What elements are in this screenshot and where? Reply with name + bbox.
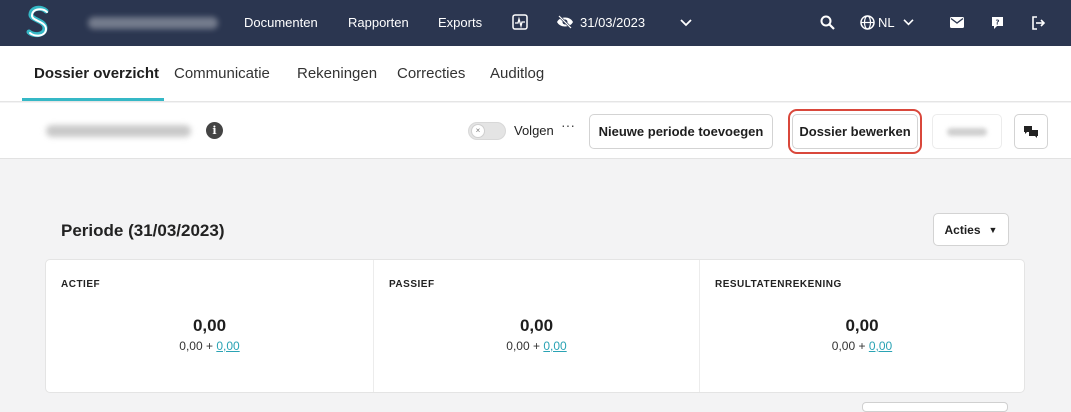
column-breakdown: 0,00 + 0,00 [700, 339, 1024, 353]
period-date[interactable]: 31/03/2023 [580, 15, 645, 30]
column-total: 0,00 [845, 316, 879, 335]
nav-exports[interactable]: Exports [438, 15, 482, 30]
column-heading: RESULTATENREKENING [715, 279, 842, 290]
edit-dossier-button[interactable]: Dossier bewerken [792, 114, 918, 149]
summary-column-actief: ACTIEF 0,00 0,00 + 0,00 [46, 260, 373, 392]
dossier-name-blurred [88, 17, 218, 29]
column-breakdown: 0,00 + 0,00 [46, 339, 373, 353]
blurred-label [947, 127, 987, 136]
envelope-icon[interactable] [950, 17, 964, 28]
svg-text:?: ? [995, 19, 999, 27]
help-icon[interactable]: ? [991, 16, 1004, 30]
activity-monitor-icon[interactable] [512, 14, 528, 30]
follow-label: Volgen [514, 123, 554, 138]
eye-slash-icon[interactable] [556, 15, 574, 29]
chevron-down-icon[interactable] [680, 18, 692, 28]
column-total: 0,00 [192, 316, 227, 335]
dossier-tabs: Dossier overzicht Communicatie Rekeninge… [0, 46, 1071, 102]
tab-rekeningen[interactable]: Rekeningen [297, 65, 377, 82]
more-options-icon[interactable]: ··· [561, 117, 575, 133]
breakdown-correction-link[interactable]: 0,00 [543, 339, 566, 353]
tab-dossier-overzicht[interactable]: Dossier overzicht [34, 65, 159, 82]
top-navbar: Documenten Rapporten Exports 31/03/2023 … [0, 0, 1071, 46]
dossier-title-blurred [46, 125, 191, 137]
breakdown-correction-link[interactable]: 0,00 [216, 339, 239, 353]
chat-button[interactable] [1014, 114, 1048, 149]
tab-correcties[interactable]: Correcties [397, 65, 465, 82]
blurred-button[interactable] [932, 114, 1002, 149]
language-chevron-icon[interactable] [903, 18, 914, 27]
breakdown-base: 0,00 + [179, 339, 217, 353]
info-icon[interactable]: i [206, 122, 223, 139]
breakdown-base: 0,00 + [506, 339, 544, 353]
column-breakdown: 0,00 + 0,00 [374, 339, 699, 353]
language-select[interactable]: NL [878, 15, 895, 30]
breakdown-base: 0,00 + [831, 339, 869, 353]
search-icon[interactable] [820, 15, 835, 30]
follow-toggle[interactable]: × [468, 122, 506, 140]
summary-column-resultatenrekening: RESULTATENREKENING 0,00 0,00 + 0,00 [699, 260, 1024, 392]
dossier-action-bar: i × Volgen ··· Nieuwe periode toevoegen … [0, 103, 1071, 159]
add-period-button[interactable]: Nieuwe periode toevoegen [589, 114, 773, 149]
period-summary-card: ACTIEF 0,00 0,00 + 0,00 PASSIEF 0,00 0,0… [45, 259, 1025, 393]
column-total: 0,00 [519, 316, 554, 335]
offscreen-button-edge[interactable] [862, 402, 1008, 412]
summary-column-passief: PASSIEF 0,00 0,00 + 0,00 [373, 260, 699, 392]
active-tab-indicator [22, 98, 164, 101]
nav-documenten[interactable]: Documenten [244, 15, 318, 30]
tab-communicatie[interactable]: Communicatie [174, 65, 270, 82]
actions-label: Acties [944, 222, 981, 237]
breakdown-correction-link[interactable]: 0,00 [869, 339, 892, 353]
toggle-off-icon: × [471, 124, 485, 138]
app-logo-icon[interactable] [26, 5, 50, 41]
nav-rapporten[interactable]: Rapporten [348, 15, 409, 30]
actions-dropdown-button[interactable]: Acties ▼ [933, 213, 1009, 246]
comments-icon [1024, 126, 1038, 138]
globe-icon[interactable] [860, 15, 875, 30]
column-heading: PASSIEF [389, 279, 435, 290]
caret-down-icon: ▼ [988, 224, 998, 235]
column-heading: ACTIEF [61, 279, 101, 290]
period-title: Periode (31/03/2023) [61, 221, 225, 240]
tab-auditlog[interactable]: Auditlog [490, 65, 544, 82]
logout-icon[interactable] [1031, 16, 1046, 30]
